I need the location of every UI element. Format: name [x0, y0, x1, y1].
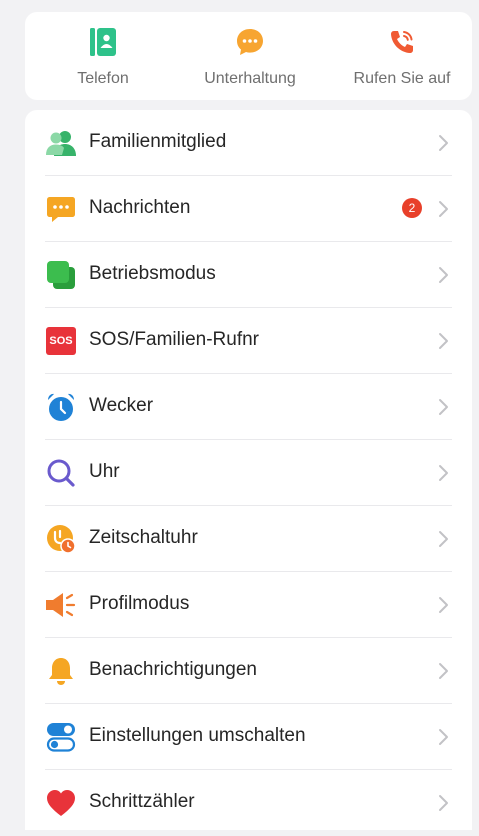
menu-item-label: Familienmitglied [89, 131, 227, 152]
menu-item-schrittzaehler[interactable]: Schrittzähler [25, 770, 472, 836]
chevron-right-icon [439, 597, 448, 613]
chat-quick-action-label: Unterhaltung [204, 70, 296, 87]
call-quick-action[interactable]: Rufen Sie auf [337, 12, 467, 100]
bell-icon [45, 655, 77, 687]
phone-book-icon [88, 27, 118, 57]
menu-item-sos[interactable]: SOS SOS/Familien-Rufnr [25, 308, 472, 374]
menu-item-label: Benachrichtigungen [89, 659, 257, 680]
quick-actions-card: Telefon Unterhaltung Rufen Sie auf [25, 12, 472, 100]
chat-quick-action[interactable]: Unterhaltung [185, 12, 315, 100]
menu-item-betriebsmodus[interactable]: Betriebsmodus [25, 242, 472, 308]
unread-count-badge: 2 [402, 198, 422, 218]
menu-item-label: Wecker [89, 395, 154, 416]
menu-item-label: Schrittzähler [89, 791, 195, 812]
menu-item-uhr[interactable]: Uhr [25, 440, 472, 506]
menu-item-label: SOS/Familien-Rufnr [89, 329, 259, 350]
menu-item-label: Einstellungen umschalten [89, 725, 306, 746]
phone-quick-action-label: Telefon [77, 70, 129, 87]
call-quick-action-label: Rufen Sie auf [353, 70, 451, 87]
menu-item-profilmodus[interactable]: Profilmodus [25, 572, 472, 638]
operating-mode-icon [45, 259, 77, 291]
chevron-right-icon [439, 465, 448, 481]
family-members-icon [45, 127, 77, 159]
chevron-right-icon [439, 399, 448, 415]
chevron-right-icon [439, 135, 448, 151]
menu-item-benachrichtigungen[interactable]: Benachrichtigungen [25, 638, 472, 704]
settings-menu: Familienmitglied Nachrichten 2 Betriebsm… [25, 110, 472, 830]
heart-icon [45, 787, 77, 819]
menu-item-zeitschaltuhr[interactable]: Zeitschaltuhr [25, 506, 472, 572]
sos-icon-text: SOS [49, 335, 73, 347]
menu-item-label: Betriebsmodus [89, 263, 216, 284]
chevron-right-icon [439, 201, 448, 217]
chat-bubble-icon [235, 27, 265, 57]
timer-icon [45, 523, 77, 555]
menu-item-label: Nachrichten [89, 197, 191, 218]
menu-item-familienmitglied[interactable]: Familienmitglied [25, 110, 472, 176]
message-icon [45, 193, 77, 225]
menu-item-einstellungen-umschalten[interactable]: Einstellungen umschalten [25, 704, 472, 770]
chevron-right-icon [439, 795, 448, 811]
menu-item-label: Uhr [89, 461, 120, 482]
menu-item-label: Zeitschaltuhr [89, 527, 198, 548]
alarm-clock-icon [45, 391, 77, 423]
search-icon [45, 457, 77, 489]
ringing-phone-icon [387, 27, 417, 57]
chevron-right-icon [439, 663, 448, 679]
speaker-icon [45, 589, 77, 621]
menu-item-wecker[interactable]: Wecker [25, 374, 472, 440]
menu-item-label: Profilmodus [89, 593, 190, 614]
sos-icon: SOS [45, 325, 77, 357]
toggle-switch-icon [45, 721, 77, 753]
menu-item-nachrichten[interactable]: Nachrichten 2 [25, 176, 472, 242]
chevron-right-icon [439, 267, 448, 283]
chevron-right-icon [439, 729, 448, 745]
phone-quick-action[interactable]: Telefon [63, 12, 143, 100]
chevron-right-icon [439, 531, 448, 547]
chevron-right-icon [439, 333, 448, 349]
